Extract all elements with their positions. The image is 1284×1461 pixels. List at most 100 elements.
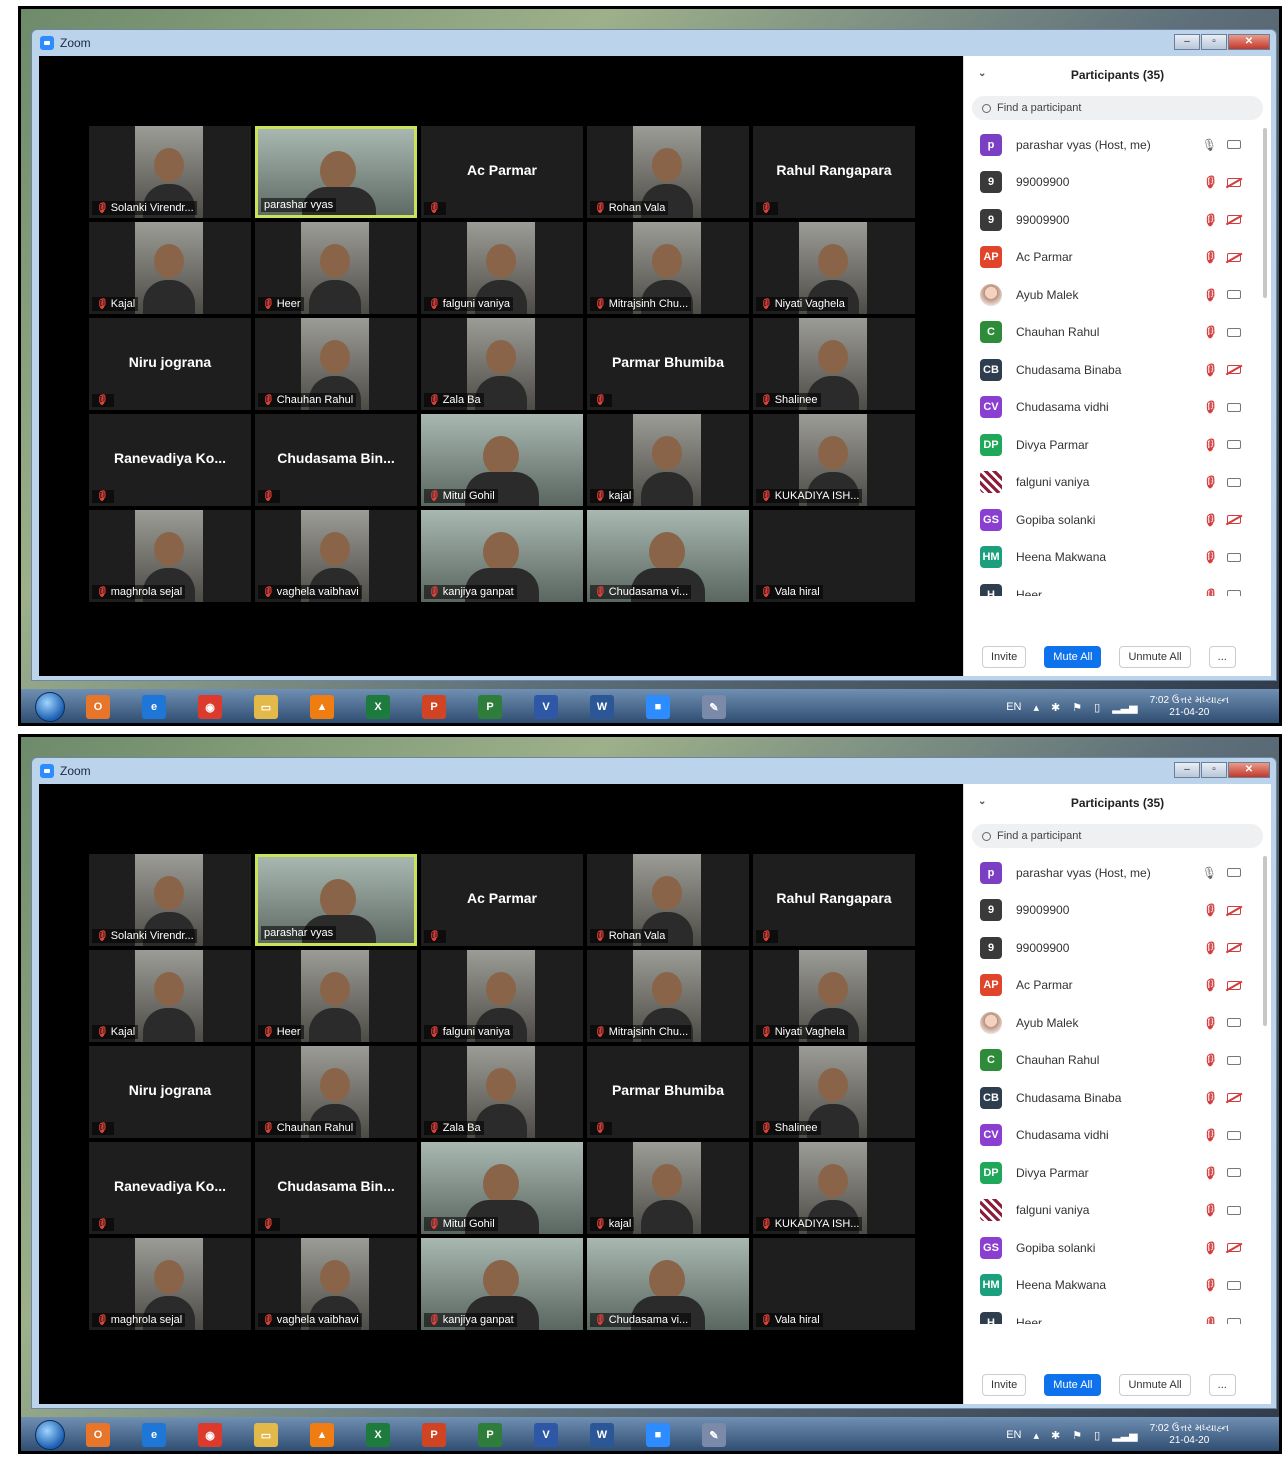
mute-all-button[interactable]: Mute All: [1044, 646, 1102, 668]
video-tile[interactable]: Rahul Rangapara 🎙: [753, 854, 915, 946]
taskbar-app[interactable]: W: [581, 691, 623, 723]
video-tile[interactable]: 🎙 vaghela vaibhavi: [255, 1238, 417, 1330]
video-tile[interactable]: 🎙 KUKADIYA ISH...: [753, 414, 915, 506]
video-tile[interactable]: 🎙 Zala Ba: [421, 318, 583, 410]
taskbar-app[interactable]: P: [469, 691, 511, 723]
participant-row[interactable]: p parashar vyas (Host, me) 🎙: [964, 854, 1271, 892]
taskbar-app[interactable]: ▭: [245, 691, 287, 723]
close-button[interactable]: ✕: [1228, 34, 1270, 50]
unmute-all-button[interactable]: Unmute All: [1119, 1374, 1191, 1396]
more-button[interactable]: ...: [1208, 1374, 1236, 1396]
maximize-button[interactable]: ▫: [1201, 34, 1227, 50]
participant-row[interactable]: CB Chudasama Binaba 🎙: [964, 1079, 1271, 1117]
participant-row[interactable]: 9 99009900 🎙: [964, 164, 1271, 202]
video-tile[interactable]: 🎙 Heer: [255, 222, 417, 314]
video-tile[interactable]: 🎙 Rohan Vala: [587, 126, 749, 218]
video-tile[interactable]: 🎙 Heer: [255, 950, 417, 1042]
video-tile[interactable]: 🎙 Rohan Vala: [587, 854, 749, 946]
video-tile[interactable]: Niru jograna 🎙: [89, 318, 251, 410]
participant-search[interactable]: Find a participant: [972, 824, 1263, 848]
participant-row[interactable]: p parashar vyas (Host, me) 🎙: [964, 126, 1271, 164]
video-tile[interactable]: Rahul Rangapara 🎙: [753, 126, 915, 218]
video-tile[interactable]: 🎙 Vala hiral: [753, 1238, 915, 1330]
video-tile[interactable]: 🎙 Mitul Gohil: [421, 1142, 583, 1234]
minimize-button[interactable]: –: [1174, 762, 1200, 778]
participant-row[interactable]: Ayub Malek 🎙: [964, 1004, 1271, 1042]
video-tile[interactable]: 🎙 Niyati Vaghela: [753, 950, 915, 1042]
participant-row[interactable]: DP Divya Parmar 🎙: [964, 1154, 1271, 1192]
clock[interactable]: 7:02 ઉત્તર મધ્યાહ્ન 21-04-20: [1150, 1423, 1229, 1447]
invite-button[interactable]: Invite: [982, 1374, 1027, 1396]
video-tile[interactable]: Ranevadiya Ko... 🎙: [89, 414, 251, 506]
video-tile[interactable]: 🎙 Mitul Gohil: [421, 414, 583, 506]
battery-icon[interactable]: ▯: [1094, 1429, 1100, 1442]
video-tile[interactable]: Parmar Bhumiba 🎙: [587, 318, 749, 410]
participant-row[interactable]: CV Chudasama vidhi 🎙: [964, 389, 1271, 427]
language-indicator[interactable]: EN: [1006, 1429, 1021, 1441]
chevron-down-icon[interactable]: ⌄: [978, 796, 986, 807]
taskbar-app[interactable]: ✎: [693, 1419, 735, 1451]
maximize-button[interactable]: ▫: [1201, 762, 1227, 778]
taskbar-app[interactable]: e: [133, 691, 175, 723]
taskbar-app[interactable]: P: [413, 691, 455, 723]
participant-row[interactable]: GS Gopiba solanki 🎙: [964, 501, 1271, 539]
tray-expand-icon[interactable]: ▴: [1034, 701, 1040, 714]
video-tile[interactable]: parashar vyas: [255, 126, 417, 218]
language-indicator[interactable]: EN: [1006, 701, 1021, 713]
invite-button[interactable]: Invite: [982, 646, 1027, 668]
taskbar-app[interactable]: e: [133, 1419, 175, 1451]
video-tile[interactable]: 🎙 Chudasama vi...: [587, 510, 749, 602]
video-tile[interactable]: parashar vyas: [255, 854, 417, 946]
participant-row[interactable]: Ayub Malek 🎙: [964, 276, 1271, 314]
video-tile[interactable]: 🎙 Niyati Vaghela: [753, 222, 915, 314]
participant-row[interactable]: H Heer 🎙: [964, 1304, 1271, 1324]
taskbar-app[interactable]: ■: [637, 691, 679, 723]
participant-row[interactable]: falguni vaniya 🎙: [964, 464, 1271, 502]
video-tile[interactable]: 🎙 Vala hiral: [753, 510, 915, 602]
video-tile[interactable]: Niru jograna 🎙: [89, 1046, 251, 1138]
taskbar-app[interactable]: O: [77, 691, 119, 723]
video-tile[interactable]: 🎙 kanjiya ganpat: [421, 510, 583, 602]
video-tile[interactable]: Ac Parmar 🎙: [421, 854, 583, 946]
video-tile[interactable]: 🎙 maghrola sejal: [89, 510, 251, 602]
chevron-down-icon[interactable]: ⌄: [978, 68, 986, 79]
video-tile[interactable]: 🎙 Chudasama vi...: [587, 1238, 749, 1330]
video-tile[interactable]: Ac Parmar 🎙: [421, 126, 583, 218]
participant-row[interactable]: 9 99009900 🎙: [964, 892, 1271, 930]
video-tile[interactable]: 🎙 kanjiya ganpat: [421, 1238, 583, 1330]
participant-row[interactable]: HM Heena Makwana 🎙: [964, 539, 1271, 577]
participant-row[interactable]: CB Chudasama Binaba 🎙: [964, 351, 1271, 389]
video-tile[interactable]: 🎙 KUKADIYA ISH...: [753, 1142, 915, 1234]
participant-row[interactable]: C Chauhan Rahul 🎙: [964, 314, 1271, 352]
participant-row[interactable]: AP Ac Parmar 🎙: [964, 239, 1271, 277]
video-tile[interactable]: 🎙 maghrola sejal: [89, 1238, 251, 1330]
start-button[interactable]: [35, 692, 65, 722]
taskbar-app[interactable]: X: [357, 691, 399, 723]
participant-row[interactable]: GS Gopiba solanki 🎙: [964, 1229, 1271, 1267]
taskbar-app[interactable]: ▭: [245, 1419, 287, 1451]
taskbar-app[interactable]: X: [357, 1419, 399, 1451]
participant-row[interactable]: CV Chudasama vidhi 🎙: [964, 1117, 1271, 1155]
taskbar-app[interactable]: W: [581, 1419, 623, 1451]
video-tile[interactable]: 🎙 Shalinee: [753, 318, 915, 410]
taskbar-app[interactable]: ▲: [301, 1419, 343, 1451]
participant-row[interactable]: C Chauhan Rahul 🎙: [964, 1042, 1271, 1080]
start-button[interactable]: [35, 1420, 65, 1450]
video-tile[interactable]: 🎙 Solanki Virendr...: [89, 126, 251, 218]
video-tile[interactable]: 🎙 Chauhan Rahul: [255, 1046, 417, 1138]
participant-row[interactable]: 9 99009900 🎙: [964, 201, 1271, 239]
close-button[interactable]: ✕: [1228, 762, 1270, 778]
video-tile[interactable]: 🎙 Kajal: [89, 950, 251, 1042]
clock[interactable]: 7:02 ઉત્તર મધ્યાહ્ન 21-04-20: [1150, 695, 1229, 719]
minimize-button[interactable]: –: [1174, 34, 1200, 50]
signal-icon[interactable]: ▂▃▅: [1112, 701, 1137, 714]
video-tile[interactable]: 🎙 Kajal: [89, 222, 251, 314]
video-tile[interactable]: Chudasama Bin... 🎙: [255, 414, 417, 506]
signal-icon[interactable]: ▂▃▅: [1112, 1429, 1137, 1442]
action-center-flag-icon[interactable]: ⚑: [1072, 701, 1082, 714]
video-tile[interactable]: Parmar Bhumiba 🎙: [587, 1046, 749, 1138]
video-tile[interactable]: 🎙 Mitrajsinh Chu...: [587, 222, 749, 314]
video-tile[interactable]: 🎙 falguni vaniya: [421, 950, 583, 1042]
participant-row[interactable]: HM Heena Makwana 🎙: [964, 1267, 1271, 1305]
participant-row[interactable]: 9 99009900 🎙: [964, 929, 1271, 967]
